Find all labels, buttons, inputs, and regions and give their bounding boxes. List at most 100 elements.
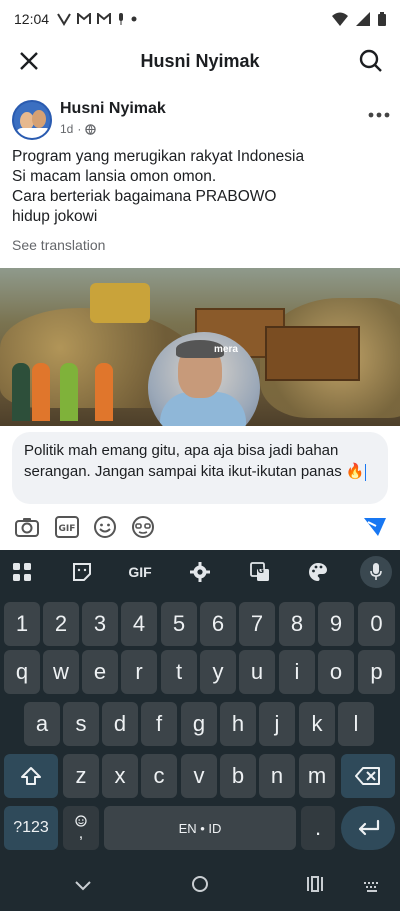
key-m[interactable]: m (299, 754, 335, 798)
key-7[interactable]: 7 (239, 602, 275, 646)
author-avatar[interactable] (12, 100, 52, 140)
status-bar: 12:04 (0, 0, 400, 38)
comment-actions: GIF (0, 510, 400, 544)
key-u[interactable]: u (239, 650, 275, 694)
avatar-sticker-button[interactable] (130, 514, 156, 540)
key-x[interactable]: x (102, 754, 138, 798)
keyboard-toolbar: GIF G (0, 550, 400, 594)
palette-icon (309, 563, 327, 581)
post-header: Husni Nyimak 1d · (0, 92, 400, 148)
gif-button[interactable]: GIF (54, 514, 80, 540)
key-g[interactable]: g (181, 702, 217, 746)
key-l[interactable]: l (338, 702, 374, 746)
key-d[interactable]: d (102, 702, 138, 746)
enter-key[interactable] (341, 806, 395, 850)
key-k[interactable]: k (299, 702, 335, 746)
key-9[interactable]: 9 (318, 602, 354, 646)
key-3[interactable]: 3 (82, 602, 118, 646)
mic-notification-icon (119, 13, 124, 25)
avatar-face-icon (132, 516, 154, 538)
camera-button[interactable] (14, 514, 40, 540)
gif-keyboard-button[interactable]: GIF (118, 550, 162, 594)
search-button[interactable] (356, 46, 386, 76)
key-w[interactable]: w (43, 650, 79, 694)
gear-icon (190, 562, 210, 582)
period-key[interactable]: . (301, 806, 335, 850)
dot-icon (131, 16, 137, 22)
nav-recents-button[interactable] (306, 876, 324, 897)
keyboard-icon (364, 882, 378, 892)
close-button[interactable] (14, 46, 44, 76)
notification-icons (57, 12, 137, 26)
wifi-icon (332, 12, 348, 26)
key-r[interactable]: r (121, 650, 157, 694)
key-c[interactable]: c (141, 754, 177, 798)
key-0[interactable]: 0 (358, 602, 395, 646)
page-title: Husni Nyimak (140, 50, 260, 71)
comma-label: , (78, 825, 84, 842)
key-2[interactable]: 2 (43, 602, 79, 646)
key-5[interactable]: 5 (161, 602, 197, 646)
backspace-key[interactable] (341, 754, 395, 798)
backspace-icon (355, 767, 380, 785)
post-line: hidup jokowi (12, 208, 98, 225)
key-1[interactable]: 1 (4, 602, 40, 646)
key-b[interactable]: b (220, 754, 256, 798)
more-horizontal-icon (368, 112, 390, 118)
more-options-button[interactable] (368, 98, 390, 124)
key-a[interactable]: a (24, 702, 60, 746)
key-e[interactable]: e (82, 650, 118, 694)
key-j[interactable]: j (259, 702, 295, 746)
settings-button[interactable] (178, 550, 222, 594)
battery-icon (378, 12, 386, 26)
key-f[interactable]: f (141, 702, 177, 746)
post-line: Cara berteriak bagaimana PRABOWO (12, 188, 277, 205)
nav-home-button[interactable] (191, 875, 209, 898)
translate-button[interactable]: G (238, 550, 282, 594)
post-meta: 1d · (60, 122, 97, 136)
system-nav-bar (0, 863, 400, 911)
search-icon (359, 49, 382, 72)
emoji-comma-key[interactable]: , (63, 806, 99, 850)
post-image[interactable]: mera (0, 268, 400, 426)
signal-icon (356, 12, 370, 26)
key-p[interactable]: p (358, 650, 395, 694)
key-i[interactable]: i (279, 650, 315, 694)
comment-input[interactable]: Politik mah emang gitu, apa aja bisa jad… (12, 432, 388, 504)
key-t[interactable]: t (161, 650, 197, 694)
theme-button[interactable] (296, 550, 340, 594)
key-y[interactable]: y (200, 650, 236, 694)
svg-text:G: G (258, 566, 265, 575)
key-q[interactable]: q (4, 650, 40, 694)
sticker-button[interactable] (60, 550, 104, 594)
soft-keyboard: GIF G 1 2 3 4 5 6 7 8 9 0 q w e r t y u … (0, 550, 400, 911)
key-h[interactable]: h (220, 702, 256, 746)
emoji-button[interactable] (92, 514, 118, 540)
post-line: Program yang merugikan rakyat Indonesia (12, 148, 305, 165)
send-icon (364, 518, 386, 536)
shift-key[interactable] (4, 754, 58, 798)
keyboard-switch-button[interactable] (364, 879, 380, 897)
key-n[interactable]: n (259, 754, 295, 798)
key-z[interactable]: z (63, 754, 99, 798)
post-body: Program yang merugikan rakyat Indonesia … (12, 147, 392, 227)
symbols-key[interactable]: ?123 (4, 806, 58, 850)
nav-back-button[interactable] (74, 879, 92, 897)
author-name[interactable]: Husni Nyimak (60, 100, 166, 118)
key-8[interactable]: 8 (279, 602, 315, 646)
key-v[interactable]: v (181, 754, 217, 798)
key-4[interactable]: 4 (121, 602, 157, 646)
app-header: Husni Nyimak (0, 38, 400, 84)
voice-input-button[interactable] (360, 556, 392, 588)
post-time: 1d (60, 122, 74, 136)
globe-icon (85, 123, 97, 135)
microphone-icon (370, 563, 382, 580)
image-caption: mera (214, 344, 238, 355)
key-s[interactable]: s (63, 702, 99, 746)
space-key[interactable]: EN • ID (104, 806, 296, 850)
apps-button[interactable] (0, 550, 44, 594)
key-o[interactable]: o (318, 650, 354, 694)
send-button[interactable] (362, 514, 388, 540)
see-translation-link[interactable]: See translation (12, 237, 105, 253)
key-6[interactable]: 6 (200, 602, 236, 646)
